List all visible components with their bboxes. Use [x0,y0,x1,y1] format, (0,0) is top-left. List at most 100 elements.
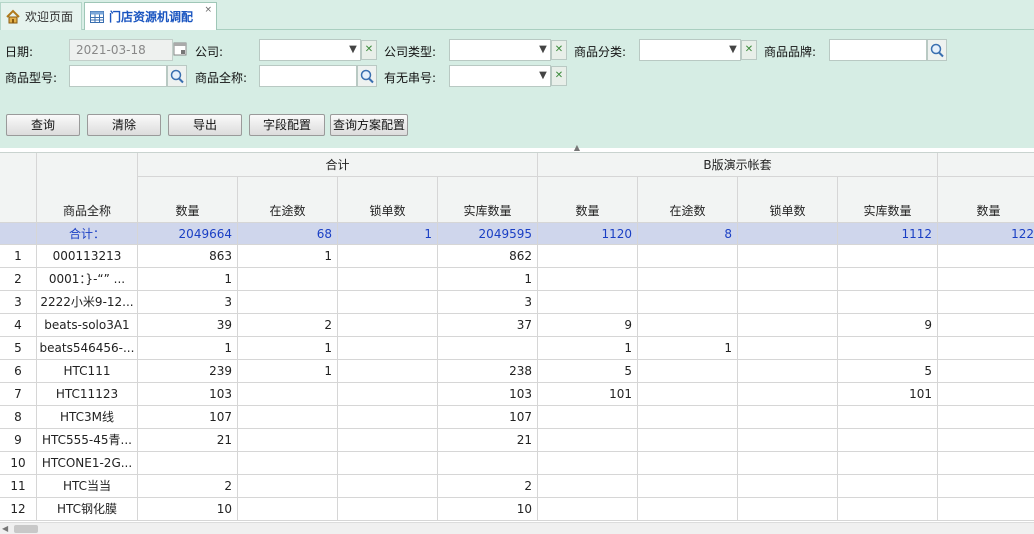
table-cell[interactable]: 1 [438,268,538,291]
close-icon[interactable]: × [204,5,212,15]
table-cell[interactable] [638,245,738,268]
scrollbar-thumb[interactable] [14,525,38,533]
field-config-button[interactable]: 字段配置 [249,114,325,136]
column-header[interactable]: 数量 [938,177,1034,223]
fullname-input[interactable] [259,65,357,87]
row-product-name[interactable]: HTC钢化膜 [37,498,138,521]
table-cell[interactable] [938,406,1034,429]
table-cell[interactable] [638,360,738,383]
table-cell[interactable] [938,337,1034,360]
table-cell[interactable] [738,452,838,475]
table-cell[interactable]: 101 [838,383,938,406]
table-cell[interactable]: 1 [238,245,338,268]
table-cell[interactable]: 1 [538,337,638,360]
column-header-name[interactable]: 商品全称 [37,153,138,223]
row-product-name[interactable]: HTCONE1-2G... [37,452,138,475]
row-product-name[interactable]: HTC111 [37,360,138,383]
table-cell[interactable] [638,475,738,498]
model-search-button[interactable] [167,65,187,87]
table-cell[interactable] [438,452,538,475]
table-cell[interactable] [638,291,738,314]
table-cell[interactable] [738,268,838,291]
table-cell[interactable] [738,475,838,498]
table-cell[interactable] [538,406,638,429]
company-type-select[interactable]: ▼ [449,39,551,61]
table-cell[interactable] [838,245,938,268]
table-cell[interactable] [238,291,338,314]
table-cell[interactable] [438,337,538,360]
brand-search-button[interactable] [927,39,947,61]
serial-select[interactable]: ▼ [449,65,551,87]
table-cell[interactable] [538,245,638,268]
category-clear-button[interactable]: ✕ [741,40,757,60]
query-button[interactable]: 查询 [6,114,80,136]
table-cell[interactable] [738,314,838,337]
table-cell[interactable]: 238 [438,360,538,383]
table-cell[interactable]: 101 [538,383,638,406]
table-cell[interactable]: 1 [138,337,238,360]
table-cell[interactable] [738,383,838,406]
table-cell[interactable] [838,406,938,429]
table-cell[interactable] [338,291,438,314]
table-cell[interactable]: 1 [138,268,238,291]
table-cell[interactable] [538,452,638,475]
table-cell[interactable] [338,268,438,291]
table-cell[interactable] [338,360,438,383]
table-cell[interactable] [938,360,1034,383]
table-cell[interactable]: 2 [238,314,338,337]
table-cell[interactable] [738,337,838,360]
horizontal-scrollbar[interactable]: ◀ [0,522,1034,534]
table-cell[interactable]: 9 [538,314,638,337]
table-cell[interactable]: 21 [138,429,238,452]
table-cell[interactable]: 107 [438,406,538,429]
table-cell[interactable] [238,429,338,452]
table-cell[interactable] [938,452,1034,475]
table-cell[interactable] [938,291,1034,314]
table-cell[interactable] [838,452,938,475]
table-cell[interactable] [938,268,1034,291]
serial-clear-button[interactable]: ✕ [551,66,567,86]
company-type-clear-button[interactable]: ✕ [551,40,567,60]
export-button[interactable]: 导出 [168,114,242,136]
column-header[interactable]: 数量 [538,177,638,223]
row-product-name[interactable]: HTC11123 [37,383,138,406]
table-cell[interactable]: 1 [238,360,338,383]
row-product-name[interactable]: 000113213 [37,245,138,268]
table-cell[interactable] [938,383,1034,406]
collapse-panel-icon[interactable]: ▲ [566,144,588,152]
table-cell[interactable] [738,360,838,383]
column-header[interactable]: 实库数量 [438,177,538,223]
table-cell[interactable]: 21 [438,429,538,452]
table-cell[interactable] [938,498,1034,521]
column-header[interactable]: 实库数量 [838,177,938,223]
table-cell[interactable] [838,268,938,291]
table-cell[interactable] [338,406,438,429]
table-cell[interactable] [738,245,838,268]
table-cell[interactable] [338,337,438,360]
table-cell[interactable] [738,429,838,452]
table-cell[interactable] [338,245,438,268]
table-cell[interactable]: 862 [438,245,538,268]
clear-button[interactable]: 清除 [87,114,161,136]
column-header[interactable]: 在途数 [638,177,738,223]
row-product-name[interactable]: 2222小米9-12... [37,291,138,314]
table-cell[interactable] [538,498,638,521]
tab-store-allocation[interactable]: 门店资源机调配 × [84,2,217,31]
table-cell[interactable]: 9 [838,314,938,337]
table-cell[interactable]: 1 [638,337,738,360]
company-clear-button[interactable]: ✕ [361,40,377,60]
table-cell[interactable] [538,429,638,452]
table-cell[interactable] [238,475,338,498]
column-header[interactable]: 锁单数 [738,177,838,223]
table-cell[interactable] [238,452,338,475]
table-cell[interactable] [238,498,338,521]
table-cell[interactable]: 39 [138,314,238,337]
table-cell[interactable] [538,268,638,291]
table-cell[interactable] [638,314,738,337]
table-cell[interactable]: 103 [438,383,538,406]
table-cell[interactable] [338,498,438,521]
row-product-name[interactable]: HTC3M线 [37,406,138,429]
row-product-name[interactable]: 0001：}-“” ... [37,268,138,291]
date-field[interactable]: 2021-03-18 [69,39,173,61]
table-cell[interactable] [838,475,938,498]
